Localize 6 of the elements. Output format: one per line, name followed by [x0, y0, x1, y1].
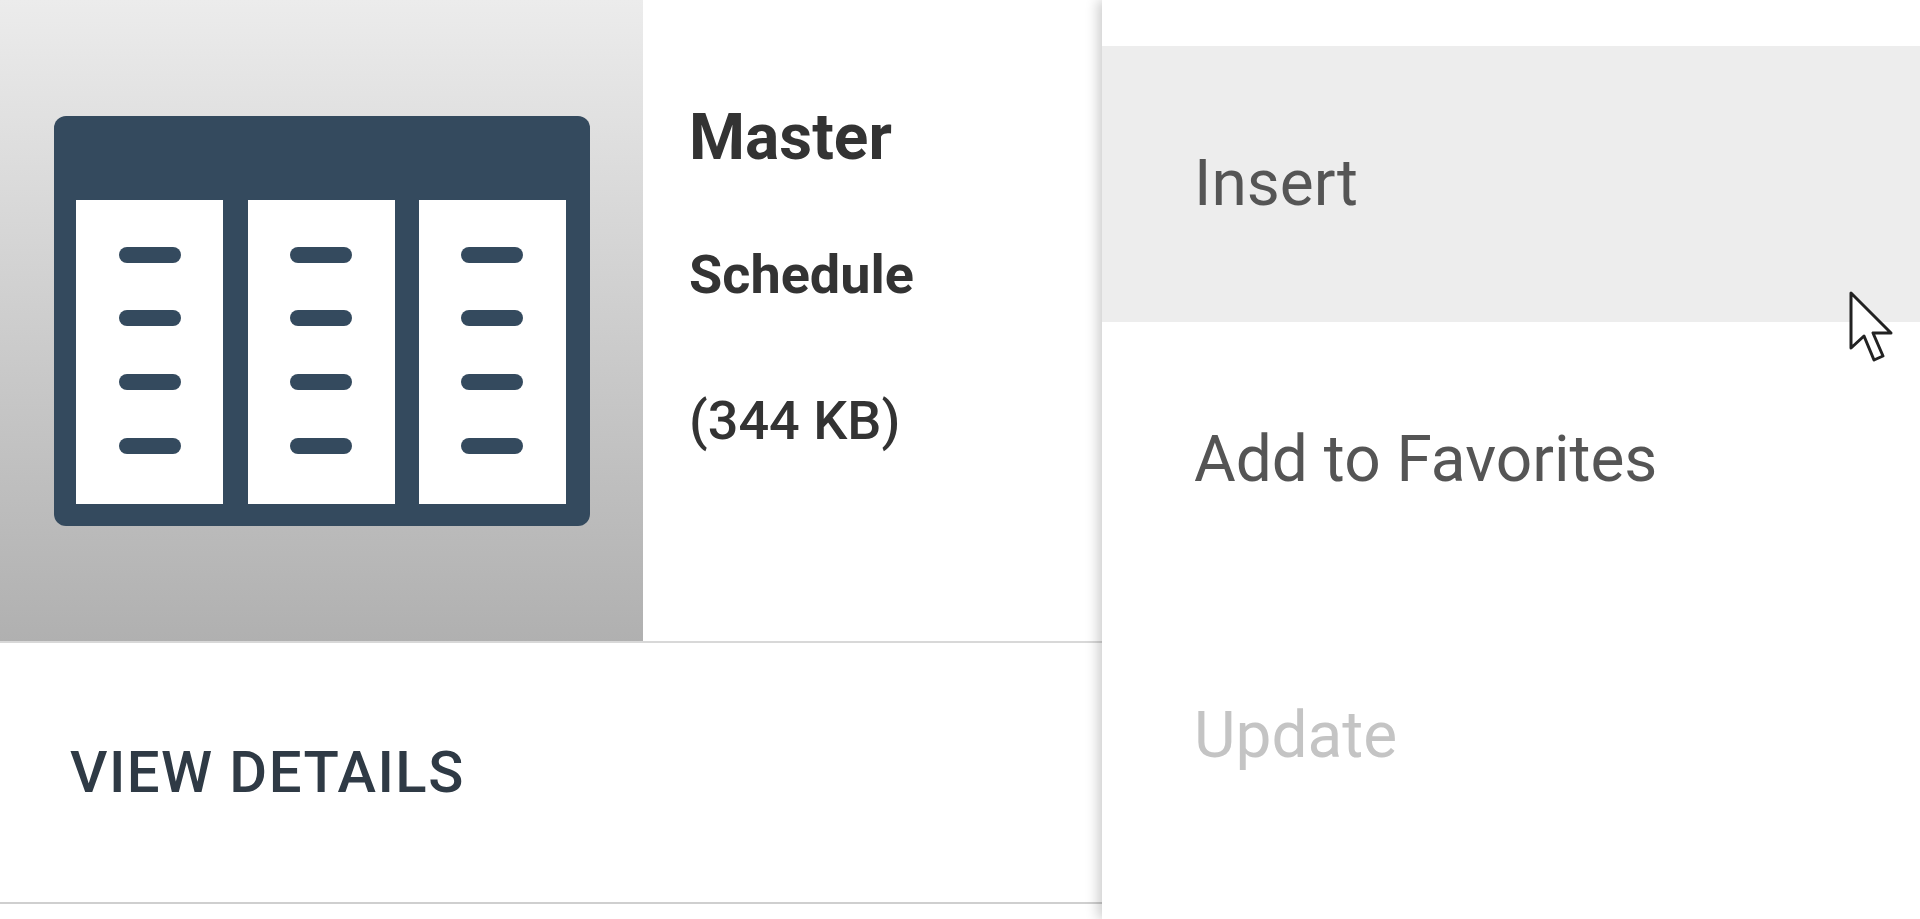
- view-details-button[interactable]: VIEW DETAILS: [70, 729, 465, 816]
- file-title: Schedule: [689, 248, 914, 302]
- menu-item[interactable]: Add to Favorites: [1102, 322, 1920, 598]
- file-title: Master: [689, 106, 893, 170]
- menu-item[interactable]: Insert: [1102, 46, 1920, 322]
- table-icon: [53, 115, 590, 526]
